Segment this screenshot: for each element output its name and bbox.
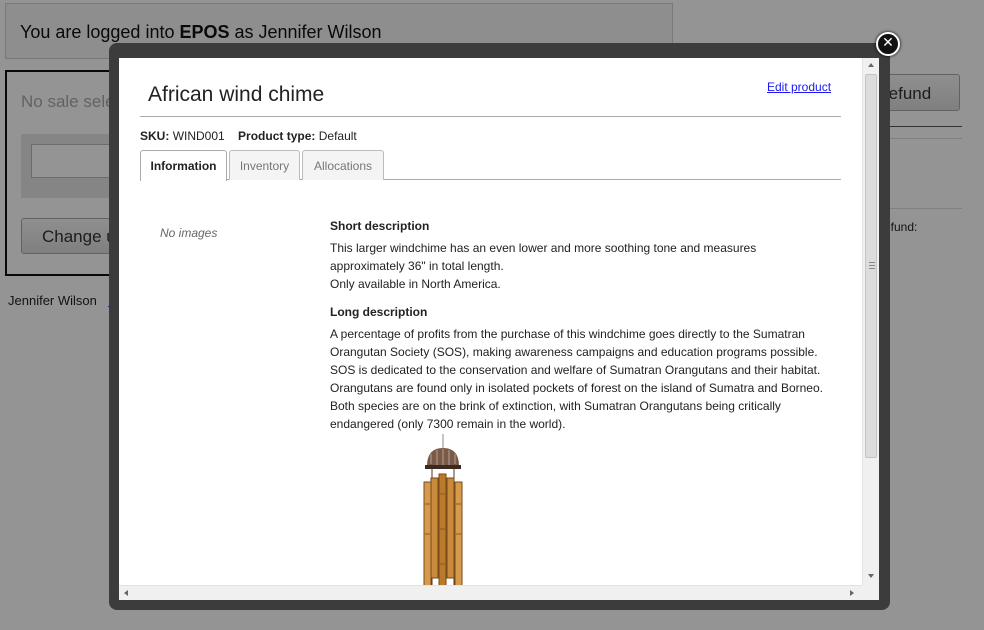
- wind-chime-image: [328, 434, 553, 585]
- modal-body: African wind chime Edit product SKU: WIN…: [119, 58, 879, 600]
- product-modal: African wind chime Edit product SKU: WIN…: [109, 43, 890, 610]
- scroll-left-icon[interactable]: [124, 590, 128, 596]
- product-type-label: Product type:: [238, 129, 316, 143]
- sku-label: SKU:: [140, 129, 170, 143]
- product-meta: SKU: WIND001 Product type: Default: [140, 129, 357, 143]
- modal-content: African wind chime Edit product SKU: WIN…: [119, 58, 862, 585]
- short-description-line: Only available in North America.: [330, 277, 501, 291]
- edit-product-link[interactable]: Edit product: [767, 80, 831, 94]
- tab-information[interactable]: Information: [140, 150, 227, 181]
- tab-inventory[interactable]: Inventory: [229, 150, 300, 180]
- vertical-scrollbar[interactable]: [862, 58, 879, 585]
- title-divider: [140, 116, 841, 117]
- long-description: Long description A percentage of profits…: [330, 303, 826, 433]
- scrollbar-corner: [862, 585, 879, 600]
- grip-icon: [869, 262, 875, 269]
- product-type-value: Default: [318, 129, 357, 143]
- no-images-text: No images: [160, 226, 218, 240]
- product-title: African wind chime: [148, 83, 325, 106]
- product-description: Short description This larger windchime …: [330, 217, 826, 433]
- long-description-text: A percentage of profits from the purchas…: [330, 327, 823, 431]
- scroll-up-icon[interactable]: [868, 63, 874, 67]
- vertical-scroll-thumb[interactable]: [865, 74, 877, 458]
- horizontal-scrollbar[interactable]: [119, 585, 862, 600]
- scroll-right-icon[interactable]: [850, 590, 854, 596]
- close-icon[interactable]: ✕: [876, 32, 900, 56]
- short-description-line: This larger windchime has an even lower …: [330, 241, 757, 273]
- scroll-down-icon[interactable]: [868, 574, 874, 578]
- short-description: Short description This larger windchime …: [330, 217, 826, 293]
- long-description-heading: Long description: [330, 305, 428, 319]
- product-tabs: Information Inventory Allocations: [140, 150, 841, 181]
- sku-value: WIND001: [172, 129, 225, 143]
- tab-allocations[interactable]: Allocations: [302, 150, 384, 180]
- short-description-heading: Short description: [330, 219, 430, 233]
